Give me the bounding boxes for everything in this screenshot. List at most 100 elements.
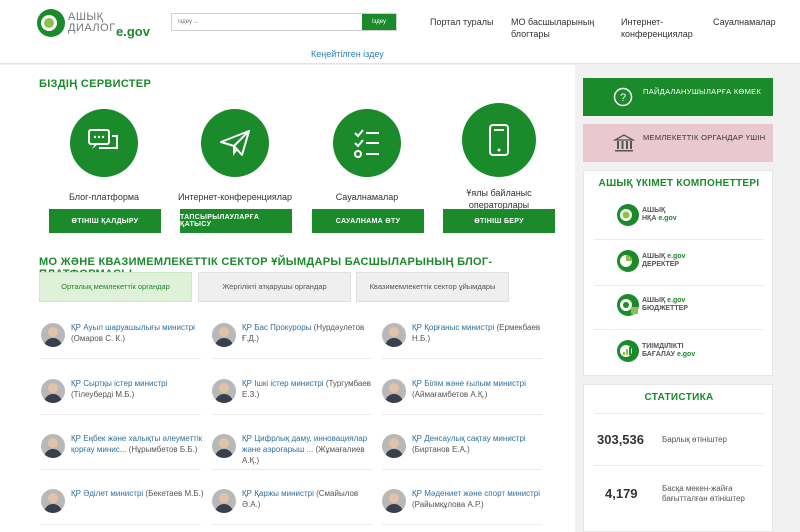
blog-item[interactable]: ҚР Денсаулық сақтау министрі (Биртанов Е… <box>382 430 542 470</box>
avatar <box>212 379 236 403</box>
blog-item[interactable]: ҚР Бас Прокуроры (Нурдәулетов Ғ.Д.) <box>212 319 372 359</box>
service-internet-conferences[interactable]: Интернет-конференциялар <box>172 109 298 217</box>
search-input[interactable] <box>172 14 362 30</box>
paper-plane-icon <box>220 130 250 156</box>
blog-item[interactable]: ҚР Білім және ғылым министрі (Аймағамбет… <box>382 375 542 415</box>
blog-author: (Нұрымбетов Б.Б.) <box>128 445 198 454</box>
tab-quasi-state[interactable]: Квазимемлекеттік сектор ұйымдары <box>356 272 509 302</box>
divider <box>594 465 764 466</box>
component-efficiency-evaluation[interactable]: ТИІМДІЛІКТІ БАҒАЛАУ e.gov <box>616 339 736 369</box>
component-open-budgets[interactable]: АШЫҚ e.gov БЮДЖЕТТЕР <box>616 293 736 323</box>
avatar <box>382 379 406 403</box>
component-open-npa[interactable]: АШЫҚ НҚА e.gov <box>616 203 736 233</box>
blog-title: ҚР Сыртқы істер министрі <box>71 379 168 388</box>
divider <box>594 239 764 240</box>
site-header: АШЫҚ ДИАЛОГ e.gov Іздеу Кеңейтілген ізде… <box>0 0 800 64</box>
stat-total-value: 303,536 <box>597 432 644 447</box>
blog-item[interactable]: ҚР Еңбек және халықты әлеуметтік қорғау … <box>41 430 202 470</box>
blog-title: ҚР Ішкі істер министрі <box>242 379 324 388</box>
blog-author: (Бекетаев М.Б.) <box>145 489 204 498</box>
component-gov: e.gov <box>667 253 686 260</box>
blog-item[interactable]: ҚР Мәдениет және спорт министрі (Райымқұ… <box>382 485 542 525</box>
chat-bubbles-icon <box>88 129 118 149</box>
blog-title: ҚР Мәдениет және спорт министрі <box>412 489 540 498</box>
blog-item[interactable]: ҚР Ауыл шаруашылығы министрі (Омаров С. … <box>41 319 201 359</box>
blog-item[interactable]: ҚР Сыртқы істер министрі (Тілеуберді М.Б… <box>41 375 201 415</box>
nav-surveys[interactable]: Сауалнамалар <box>713 16 776 28</box>
blog-author: (Аймағамбетов А.Қ.) <box>412 390 488 399</box>
blog-title: ҚР Әділет министрі <box>71 489 144 498</box>
logo-gov: e.gov <box>116 24 150 39</box>
blog-title: ҚР Қорғаныс министрі <box>412 323 495 332</box>
stat-redirected-value: 4,179 <box>605 486 638 501</box>
user-help-label: ПАЙДАЛАНУШЫЛАРҒА КӨМЕК <box>643 87 762 96</box>
component-gov: e.gov <box>676 351 696 358</box>
divider <box>594 413 764 414</box>
submit-request-button[interactable]: ӨТІНІШ БЕРУ <box>443 209 555 233</box>
avatar <box>382 489 406 513</box>
avatar <box>382 323 406 347</box>
avatar <box>41 434 65 458</box>
blog-author: (Райымқұлова А.Р.) <box>412 500 484 509</box>
statistics-title: СТАТИСТИКА <box>644 392 714 403</box>
component-line1: АШЫҚ <box>642 207 666 214</box>
blog-title: ҚР Ауыл шаруашылығы министрі <box>71 323 195 332</box>
open-data-logo-icon <box>617 250 639 272</box>
component-gov: e.gov <box>658 215 677 222</box>
avatar <box>212 434 236 458</box>
checklist-icon <box>354 129 379 158</box>
component-line2: БАҒАЛАУ <box>642 351 675 358</box>
blog-title: ҚР Денсаулық сақтау министрі <box>412 434 526 443</box>
avatar <box>212 323 236 347</box>
blog-item[interactable]: ҚР Цифрлық даму, инновациялар және аэроғ… <box>212 430 372 470</box>
take-survey-button[interactable]: САУАЛНАМА ӨТУ <box>312 209 424 233</box>
service-mobile-operators[interactable]: Ұялы байланыс операторлары <box>436 103 562 213</box>
component-line1: ТИІМДІЛІКТІ <box>642 343 684 350</box>
avatar <box>41 489 65 513</box>
component-line2: НҚА <box>642 215 657 222</box>
efficiency-evaluation-logo-icon <box>617 340 639 362</box>
blog-item[interactable]: ҚР Қаржы министрі (Смайылов Ә.А.) <box>212 485 372 525</box>
blog-author: (Омаров С. К.) <box>71 334 125 343</box>
blog-title: ҚР Қаржы министрі <box>242 489 314 498</box>
component-open-data[interactable]: АШЫҚ e.gov ДЕРЕКТЕР <box>616 249 736 279</box>
advanced-search-link[interactable]: Кеңейтілген іздеу <box>311 49 384 59</box>
avatar <box>41 323 65 347</box>
nav-blogs[interactable]: МО басшыларының блогтары <box>511 16 607 40</box>
question-circle-icon: ? <box>613 87 633 107</box>
component-line2: БЮДЖЕТТЕР <box>642 305 688 312</box>
divider <box>594 329 764 330</box>
nav-about-portal[interactable]: Портал туралы <box>430 16 493 28</box>
open-budgets-logo-icon <box>617 294 639 316</box>
leave-request-button[interactable]: ӨТІНІШ ҚАЛДЫРУ <box>49 209 161 233</box>
blog-item[interactable]: ҚР Ішкі істер министрі (Тургумбаев Е.З.) <box>212 375 372 415</box>
avatar <box>41 379 65 403</box>
search-button[interactable]: Іздеу <box>362 14 396 30</box>
main-content: БІЗДІҢ СЕРВИСТЕР Блог-платформа Интернет… <box>0 65 575 532</box>
government-building-icon <box>613 134 635 152</box>
component-line1: АШЫҚ <box>642 297 666 304</box>
mobile-phone-icon <box>489 124 509 156</box>
services-title: БІЗДІҢ СЕРВИСТЕР <box>39 78 152 90</box>
logo-line2: ДИАЛОГ <box>68 22 116 34</box>
user-help-button[interactable]: ? ПАЙДАЛАНУШЫЛАРҒА КӨМЕК <box>583 78 773 116</box>
gov-bodies-button[interactable]: МЕМЛЕКЕТТІК ОРГАНДАР ҮШІН <box>583 124 773 162</box>
blog-author: (Тілеуберді М.Б.) <box>71 390 135 399</box>
component-gov: e.gov <box>667 297 686 304</box>
svg-text:?: ? <box>620 92 626 104</box>
nav-internet-conferences[interactable]: Интернет-конференциялар <box>621 16 705 40</box>
logo-mark-icon <box>37 9 65 37</box>
site-logo[interactable]: АШЫҚ ДИАЛОГ e.gov <box>36 8 156 42</box>
blog-title: ҚР Білім және ғылым министрі <box>412 379 526 388</box>
blog-item[interactable]: ҚР Қорғаныс министрі (Ермекбаев Н.Б.) <box>382 319 542 359</box>
stat-total-label: Барлық өтініштер <box>662 435 727 444</box>
search-box: Іздеу <box>171 13 397 31</box>
blog-author: (Биртанов Е.А.) <box>412 445 470 454</box>
service-surveys[interactable]: Сауалнамалар <box>304 109 430 217</box>
service-blog-platform[interactable]: Блог-платформа <box>41 109 167 217</box>
join-conference-button[interactable]: ТАПСЫРЫЛАУЛАРҒА ҚАТЫСУ <box>180 209 292 233</box>
tab-local-executive[interactable]: Жергілікті атқарушы органдар <box>198 272 351 302</box>
stat-redirected-label: Басқа мекен-жайға бағытталған өтініштер <box>662 484 745 503</box>
blog-item[interactable]: ҚР Әділет министрі (Бекетаев М.Б.) <box>41 485 204 525</box>
tab-central-gov[interactable]: Орталық мемлекеттік органдар <box>39 272 192 302</box>
